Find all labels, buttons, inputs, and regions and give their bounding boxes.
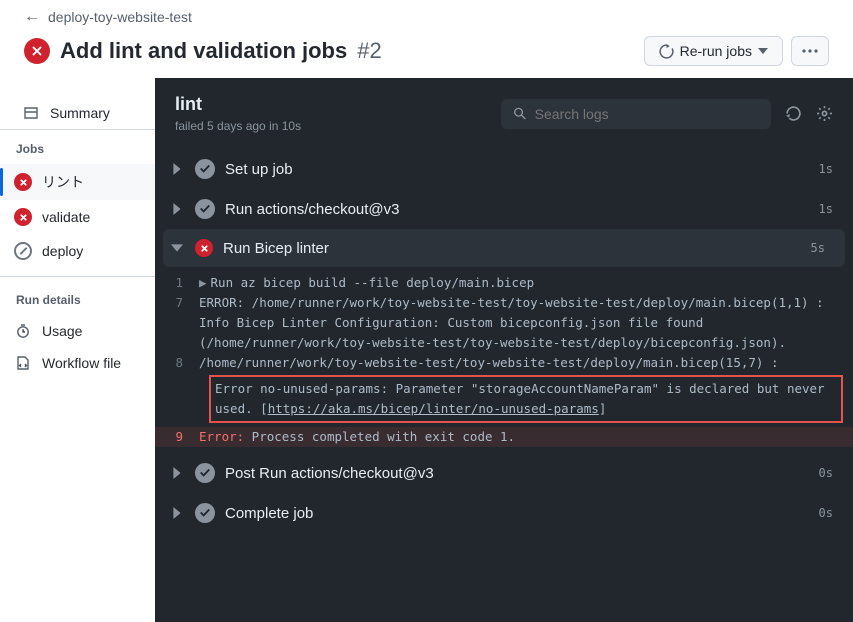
x-icon bbox=[14, 208, 32, 226]
log-text: /home/runner/work/toy-website-test/toy-w… bbox=[199, 353, 841, 373]
breadcrumb: ← deploy-toy-website-test bbox=[24, 8, 829, 26]
log-text: ERROR: /home/runner/work/toy-website-tes… bbox=[199, 293, 841, 353]
jobs-heading: Jobs bbox=[0, 134, 155, 164]
step-time: 1s bbox=[819, 202, 833, 216]
sidebar-usage[interactable]: Usage bbox=[0, 315, 155, 347]
step-time: 0s bbox=[819, 466, 833, 480]
step-complete-job[interactable]: Complete job 0s bbox=[155, 493, 853, 533]
refresh-icon bbox=[659, 44, 674, 59]
step-label: Complete job bbox=[225, 505, 809, 522]
sidebar-workflow-file[interactable]: Workflow file bbox=[0, 347, 155, 379]
x-icon bbox=[195, 239, 213, 257]
x-icon bbox=[14, 173, 32, 191]
chevron-right-icon bbox=[169, 507, 185, 519]
step-body-bicep: 1 ▶ Run az bicep build --file deploy/main… bbox=[155, 267, 853, 453]
sidebar-job-label: validate bbox=[42, 209, 90, 225]
more-actions-button[interactable] bbox=[791, 36, 829, 66]
check-icon bbox=[195, 159, 215, 179]
run-number: #2 bbox=[357, 38, 381, 64]
summary-icon bbox=[22, 105, 40, 121]
chevron-right-icon bbox=[169, 203, 185, 215]
sidebar-summary[interactable]: Summary bbox=[0, 97, 155, 130]
chevron-right-icon bbox=[169, 467, 185, 479]
step-label: Run actions/checkout@v3 bbox=[225, 201, 809, 218]
log-line: 1 ▶ Run az bicep build --file deploy/main… bbox=[155, 273, 853, 293]
sidebar-usage-label: Usage bbox=[42, 323, 82, 339]
step-label: Post Run actions/checkout@v3 bbox=[225, 465, 809, 482]
step-time: 0s bbox=[819, 506, 833, 520]
step-setup-job[interactable]: Set up job 1s bbox=[155, 149, 853, 189]
sidebar-job-label: リント bbox=[42, 172, 84, 192]
rerun-jobs-label: Re-run jobs bbox=[680, 43, 752, 59]
line-number: 8 bbox=[155, 353, 199, 373]
chevron-down-icon bbox=[758, 46, 768, 56]
check-icon bbox=[195, 503, 215, 523]
skipped-icon bbox=[14, 242, 32, 260]
rerun-jobs-button[interactable]: Re-run jobs bbox=[644, 36, 783, 66]
line-number: 1 bbox=[155, 273, 199, 293]
chevron-down-icon bbox=[169, 244, 185, 252]
search-logs-box[interactable] bbox=[501, 99, 771, 129]
chevron-right-icon bbox=[169, 163, 185, 175]
divider bbox=[0, 276, 155, 277]
sidebar-job-lint[interactable]: リント bbox=[0, 164, 155, 200]
kebab-icon bbox=[802, 49, 818, 53]
log-text: Process completed with exit code 1. bbox=[244, 429, 515, 444]
log-error-prefix: Error: bbox=[199, 429, 244, 444]
sidebar-job-deploy[interactable]: deploy bbox=[0, 234, 155, 268]
check-icon bbox=[195, 199, 215, 219]
sidebar: Summary Jobs リント validate deploy Run bbox=[0, 78, 155, 622]
refresh-logs-icon[interactable] bbox=[785, 105, 802, 122]
log-job-subtitle: failed 5 days ago in 10s bbox=[175, 119, 301, 133]
log-line: 7 ERROR: /home/runner/work/toy-website-t… bbox=[155, 293, 853, 353]
log-line-error: 9 Error: Process completed with exit cod… bbox=[155, 427, 853, 447]
search-input[interactable] bbox=[535, 106, 759, 122]
line-number: 7 bbox=[155, 293, 199, 353]
sidebar-summary-label: Summary bbox=[50, 105, 110, 121]
run-status-fail-icon bbox=[24, 38, 50, 64]
step-bicep-linter[interactable]: Run Bicep linter 5s bbox=[163, 229, 845, 267]
sidebar-workflow-file-label: Workflow file bbox=[42, 355, 121, 371]
step-label: Set up job bbox=[225, 161, 809, 178]
sidebar-job-validate[interactable]: validate bbox=[0, 200, 155, 234]
line-number: 9 bbox=[155, 427, 199, 447]
log-line: 8 /home/runner/work/toy-website-test/toy… bbox=[155, 353, 853, 373]
run-details-heading: Run details bbox=[0, 285, 155, 315]
sidebar-job-label: deploy bbox=[42, 243, 83, 259]
error-highlight-box: Error no-unused-params: Parameter "stora… bbox=[209, 375, 843, 423]
step-time: 5s bbox=[811, 241, 825, 255]
gear-icon[interactable] bbox=[816, 105, 833, 122]
step-time: 1s bbox=[819, 162, 833, 176]
log-panel: lint failed 5 days ago in 10s bbox=[155, 78, 853, 622]
workflow-file-icon bbox=[14, 355, 32, 371]
linter-doc-link[interactable]: https://aka.ms/bicep/linter/no-unused-pa… bbox=[268, 401, 599, 416]
breadcrumb-repo[interactable]: deploy-toy-website-test bbox=[48, 9, 192, 25]
check-icon bbox=[195, 463, 215, 483]
back-arrow-icon[interactable]: ← bbox=[24, 8, 40, 26]
log-text: Error no-unused-params: Parameter "stora… bbox=[215, 381, 832, 416]
stopwatch-icon bbox=[14, 323, 32, 339]
step-label: Run Bicep linter bbox=[223, 240, 801, 257]
page-title: Add lint and validation jobs bbox=[60, 38, 347, 64]
step-checkout[interactable]: Run actions/checkout@v3 1s bbox=[155, 189, 853, 229]
search-icon bbox=[513, 106, 527, 121]
step-post-checkout[interactable]: Post Run actions/checkout@v3 0s bbox=[155, 453, 853, 493]
disclosure-triangle-icon[interactable]: ▶ bbox=[199, 275, 207, 290]
log-job-title: lint bbox=[175, 94, 301, 115]
log-text: Run az bicep build --file deploy/main.bi… bbox=[211, 275, 535, 290]
